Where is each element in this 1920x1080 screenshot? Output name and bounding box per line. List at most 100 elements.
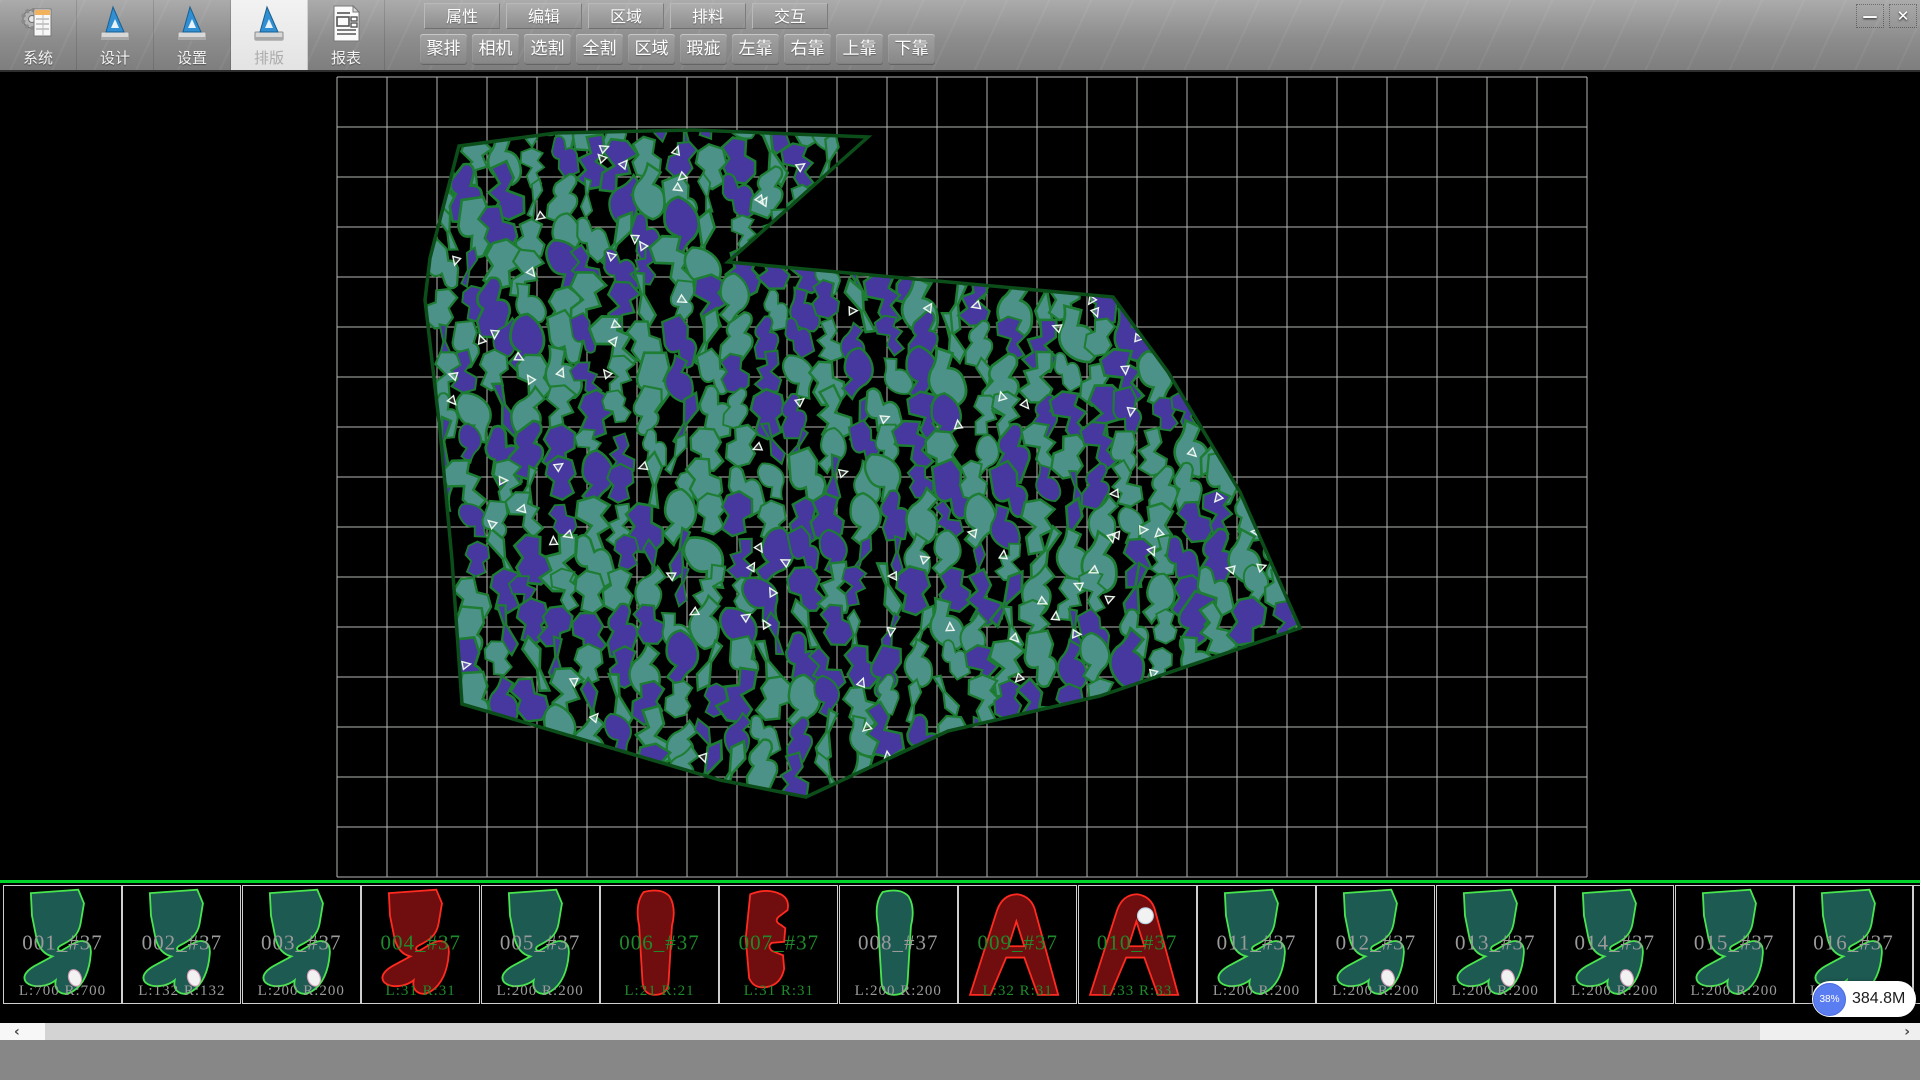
progress-percent: 38% xyxy=(1819,994,1839,1005)
scroll-right-button[interactable]: › xyxy=(1875,1023,1920,1040)
tool-snap-top[interactable]: 上靠 xyxy=(836,34,883,65)
part-name: 015_#37 xyxy=(1676,930,1793,955)
part-counts: L:200 R:200 xyxy=(1676,983,1793,1000)
part-counts: L:31 R:31 xyxy=(362,983,479,1000)
menu-tab-edit[interactable]: 编辑 xyxy=(506,3,582,29)
menu-tab-region[interactable]: 区域 xyxy=(588,3,664,29)
app-tab-system[interactable]: 系统 xyxy=(0,0,77,70)
part-name: 006_#37 xyxy=(601,930,718,955)
app-mode-tabs: 系统设计 设置 排版 报表 xyxy=(0,0,385,70)
toolbar: 系统设计设置排版报表 属性编辑区域排料交互 聚排相机选割全割区域瑕疵左靠右靠上靠… xyxy=(0,0,1920,72)
scroll-left-button[interactable]: ‹ xyxy=(0,1023,45,1040)
design-icon xyxy=(98,4,132,44)
part-thumbnail[interactable]: 008_#37 L:200 R:200 xyxy=(839,885,958,1004)
tool-snap-right[interactable]: 右靠 xyxy=(784,34,831,65)
parts-thumbnail-strip: 001_#37L:700 R:700002_#37L:132 R:132003_… xyxy=(0,883,1920,1023)
part-name: 005_#37 xyxy=(482,930,599,955)
bottom-band xyxy=(0,1040,1920,1080)
tool-cluster-nest[interactable]: 聚排 xyxy=(420,34,467,65)
app-tab-label: 排版 xyxy=(254,47,284,68)
system-icon xyxy=(21,4,55,44)
tool-snap-bottom[interactable]: 下靠 xyxy=(888,34,935,65)
memory-progress-pill[interactable]: 38% 384.8M xyxy=(1812,981,1916,1017)
app-tab-design[interactable]: 设计 xyxy=(77,0,154,70)
tool-select-cut[interactable]: 选割 xyxy=(524,34,571,65)
part-counts: L:31 R:31 xyxy=(720,983,837,1000)
horizontal-scrollbar[interactable]: ‹ › xyxy=(0,1023,1920,1040)
app-tab-report[interactable]: 报表 xyxy=(308,0,385,70)
part-counts: L:200 R:200 xyxy=(1556,983,1673,1000)
part-name: 017_#37 xyxy=(1914,930,1920,955)
part-name: 013_#37 xyxy=(1437,930,1554,955)
part-counts: L:200 R:200 xyxy=(243,983,360,1000)
part-counts: L:32 R:31 xyxy=(959,983,1076,1000)
minimize-button[interactable]: — xyxy=(1856,4,1884,28)
report-icon xyxy=(329,4,363,44)
menu-tab-row: 属性编辑区域排料交互 xyxy=(424,3,828,29)
app-tab-settings[interactable]: 设置 xyxy=(154,0,231,70)
part-name: 002_#37 xyxy=(123,930,240,955)
part-thumbnail[interactable]: 013_#37 L:200 R:200 xyxy=(1436,885,1555,1004)
progress-circle: 38% xyxy=(1813,983,1846,1016)
scrollbar-thumb[interactable] xyxy=(45,1023,1760,1040)
part-thumbnail[interactable]: 017_#37L:200 R:200 xyxy=(1913,885,1920,1004)
part-name: 001_#37 xyxy=(4,930,121,955)
part-thumbnail[interactable]: 001_#37 L:700 R:700 xyxy=(3,885,122,1004)
tool-cut-all[interactable]: 全割 xyxy=(576,34,623,65)
window-controls: — ✕ xyxy=(1856,4,1917,28)
part-thumbnail[interactable]: 003_#37 L:200 R:200 xyxy=(242,885,361,1004)
part-counts: L:132 R:132 xyxy=(123,983,240,1000)
part-thumbnail[interactable]: 009_#37 L:32 R:31 xyxy=(958,885,1077,1004)
part-counts: L:200 R:200 xyxy=(840,983,957,1000)
menu-tab-interact[interactable]: 交互 xyxy=(752,3,828,29)
part-thumbnail[interactable]: 015_#37 L:200 R:200 xyxy=(1675,885,1794,1004)
part-counts: L:200 R:200 xyxy=(1317,983,1434,1000)
close-button[interactable]: ✕ xyxy=(1889,4,1917,28)
part-name: 009_#37 xyxy=(959,930,1076,955)
part-name: 007_#37 xyxy=(720,930,837,955)
part-counts: L:200 R:200 xyxy=(482,983,599,1000)
scroll-left-icon: ‹ xyxy=(14,1024,20,1040)
nesting-canvas[interactable] xyxy=(0,72,1920,880)
part-name: 012_#37 xyxy=(1317,930,1434,955)
tool-button-row: 聚排相机选割全割区域瑕疵左靠右靠上靠下靠 xyxy=(420,34,935,65)
settings-icon xyxy=(175,4,209,44)
tool-region[interactable]: 区域 xyxy=(628,34,675,65)
part-thumbnail[interactable]: 005_#37 L:200 R:200 xyxy=(481,885,600,1004)
part-counts: L:33 R:33 xyxy=(1079,983,1196,1000)
app-tab-label: 报表 xyxy=(331,47,361,68)
tool-snap-left[interactable]: 左靠 xyxy=(732,34,779,65)
app-tab-nesting[interactable]: 排版 xyxy=(231,0,308,70)
part-counts: L:700 R:700 xyxy=(4,983,121,1000)
tool-camera[interactable]: 相机 xyxy=(472,34,519,65)
nesting-icon xyxy=(252,4,286,44)
nest-plot xyxy=(0,72,1920,880)
part-name: 014_#37 xyxy=(1556,930,1673,955)
part-thumbnail[interactable]: 011_#37 L:200 R:200 xyxy=(1197,885,1316,1004)
part-thumbnail[interactable]: 002_#37 L:132 R:132 xyxy=(122,885,241,1004)
part-thumbnail[interactable]: 004_#37 L:31 R:31 xyxy=(361,885,480,1004)
menu-tab-properties[interactable]: 属性 xyxy=(424,3,500,29)
part-thumbnail[interactable]: 014_#37 L:200 R:200 xyxy=(1555,885,1674,1004)
part-name: 016_#37 xyxy=(1795,930,1912,955)
part-counts: L:21 R:21 xyxy=(601,983,718,1000)
part-name: 004_#37 xyxy=(362,930,479,955)
scroll-right-icon: › xyxy=(1904,1024,1910,1040)
nested-pieces xyxy=(412,92,1301,810)
part-thumbnail[interactable]: 007_#37 L:31 R:31 xyxy=(719,885,838,1004)
menu-tab-material[interactable]: 排料 xyxy=(670,3,746,29)
nesting-application-window: 系统设计设置排版报表 属性编辑区域排料交互 聚排相机选割全割区域瑕疵左靠右靠上靠… xyxy=(0,0,1920,1080)
part-thumbnail[interactable]: 012_#37 L:200 R:200 xyxy=(1316,885,1435,1004)
part-name: 010_#37 xyxy=(1079,930,1196,955)
part-counts: L:200 R:200 xyxy=(1437,983,1554,1000)
part-thumbnail[interactable]: 010_#37 L:33 R:33 xyxy=(1078,885,1197,1004)
part-thumbnail[interactable]: 006_#37 L:21 R:21 xyxy=(600,885,719,1004)
part-name: 011_#37 xyxy=(1198,930,1315,955)
part-name: 003_#37 xyxy=(243,930,360,955)
memory-size-label: 384.8M xyxy=(1852,990,1905,1008)
app-tab-label: 设计 xyxy=(100,47,130,68)
part-counts: L:200 R:200 xyxy=(1198,983,1315,1000)
app-tab-label: 设置 xyxy=(177,47,207,68)
part-name: 008_#37 xyxy=(840,930,957,955)
tool-defect[interactable]: 瑕疵 xyxy=(680,34,727,65)
